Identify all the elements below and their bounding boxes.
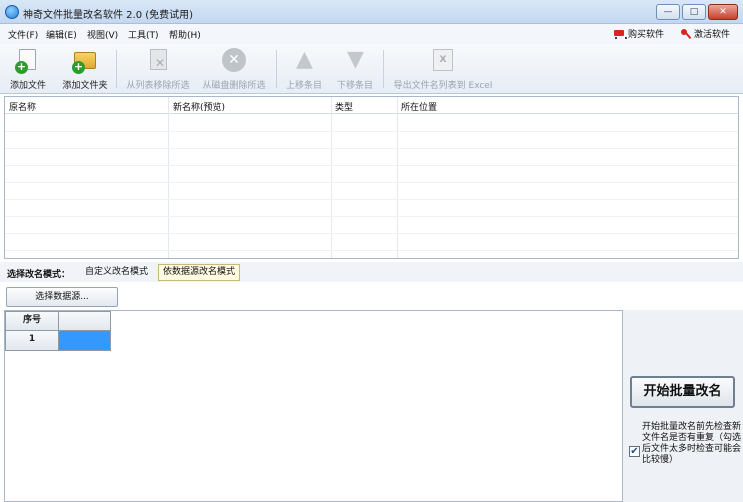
column-type[interactable]: 类型 (335, 100, 353, 113)
column-new-name[interactable]: 新名称(预览) (173, 100, 225, 113)
row-gridline (5, 216, 738, 217)
buy-software-link[interactable]: 购买软件 (612, 27, 664, 40)
row-gridline (5, 165, 738, 166)
grid-header-column[interactable] (58, 311, 111, 331)
duplicate-check-label: 开始批量改名前先检查新文件名是否有重复（勾选后文件太多时检查可能会比较慢） (642, 422, 742, 465)
rename-mode-label: 选择改名模式： (7, 270, 71, 280)
arrow-up-icon: ▲ (296, 47, 313, 72)
menu-file[interactable]: 文件(F) (8, 28, 38, 41)
datasource-grid[interactable]: 序号 1 (4, 310, 623, 502)
add-file-button[interactable]: + 添加文件 (6, 46, 50, 92)
remove-from-list-button[interactable]: 从列表移除所选 (121, 46, 195, 92)
move-down-label: 下移条目 (336, 81, 373, 91)
menu-edit[interactable]: 编辑(E) (46, 28, 77, 41)
action-panel: 开始批量改名 ✔ 开始批量改名前先检查新文件名是否有重复（勾选后文件太多时检查可… (623, 310, 743, 502)
cart-icon (612, 28, 627, 40)
tab-custom-mode[interactable]: 自定义改名模式 (80, 264, 153, 281)
activate-software-label: 激活软件 (694, 30, 731, 40)
start-batch-rename-button[interactable]: 开始批量改名 (630, 376, 735, 408)
remove-from-list-label: 从列表移除所选 (126, 81, 190, 91)
minimize-button[interactable]: — (656, 4, 680, 20)
row-gridline (5, 131, 738, 132)
add-folder-button[interactable]: + 添加文件夹 (58, 46, 112, 92)
remove-doc-icon (145, 48, 171, 74)
menu-view[interactable]: 视图(V) (87, 28, 118, 41)
row-gridline (5, 148, 738, 149)
row-gridline (5, 250, 738, 251)
excel-icon: X (430, 48, 456, 74)
app-icon (5, 5, 19, 19)
maximize-button[interactable]: □ (682, 4, 706, 20)
rename-mode-bar: 选择改名模式： 自定义改名模式 依数据源改名模式 (0, 262, 743, 282)
toolbar-separator (276, 50, 277, 88)
buy-software-label: 购买软件 (628, 30, 665, 40)
row-gridline (5, 182, 738, 183)
menu-help[interactable]: 帮助(H) (169, 28, 201, 41)
delete-circle-icon: ✕ (221, 48, 247, 74)
add-folder-icon: + (72, 48, 98, 74)
row-gridline (5, 233, 738, 234)
close-button[interactable]: ✕ (708, 4, 738, 20)
file-list-table[interactable]: 原名称 新名称(预览) 类型 所在位置 (4, 96, 739, 259)
activate-software-link[interactable]: 激活软件 (680, 27, 730, 40)
move-up-label: 上移条目 (285, 81, 322, 91)
toolbar: + 添加文件 + 添加文件夹 从列表移除所选 ✕ 从磁盘删除所选 ▲ 上移条目 … (0, 44, 743, 94)
grid-header-index[interactable]: 序号 (5, 311, 59, 331)
column-location[interactable]: 所在位置 (401, 100, 437, 113)
toolbar-separator (116, 50, 117, 88)
row-gridline (5, 199, 738, 200)
column-original-name[interactable]: 原名称 (9, 100, 36, 113)
window-title: 神奇文件批量改名软件 2.0 (免费试用) (23, 10, 194, 21)
delete-from-disk-label: 从磁盘删除所选 (202, 81, 266, 91)
arrow-down-icon: ▼ (347, 47, 364, 72)
key-icon (680, 28, 692, 40)
title-bar: 神奇文件批量改名软件 2.0 (免费试用) — □ ✕ (0, 0, 743, 24)
duplicate-check-checkbox[interactable]: ✔ (629, 446, 640, 457)
select-datasource-button[interactable]: 选择数据源... (6, 287, 118, 307)
toolbar-separator (383, 50, 384, 88)
delete-from-disk-button[interactable]: ✕ 从磁盘删除所选 (197, 46, 271, 92)
menu-tools[interactable]: 工具(T) (128, 28, 159, 41)
menu-bar: 文件(F) 编辑(E) 视图(V) 工具(T) 帮助(H) 购买软件 激活软件 (0, 24, 743, 44)
export-excel-label: 导出文件名列表到 Excel (393, 81, 493, 91)
grid-cell-selected[interactable] (58, 330, 111, 351)
move-down-button[interactable]: ▼ 下移条目 (333, 46, 377, 92)
add-file-icon: + (15, 48, 41, 74)
tab-datasource-mode[interactable]: 依数据源改名模式 (158, 264, 241, 281)
move-up-button[interactable]: ▲ 上移条目 (282, 46, 326, 92)
add-file-label: 添加文件 (9, 81, 46, 91)
add-folder-label: 添加文件夹 (62, 81, 108, 91)
grid-row-number[interactable]: 1 (5, 330, 59, 351)
export-excel-button[interactable]: X 导出文件名列表到 Excel (388, 46, 498, 92)
file-list-header: 原名称 新名称(预览) 类型 所在位置 (5, 97, 738, 114)
